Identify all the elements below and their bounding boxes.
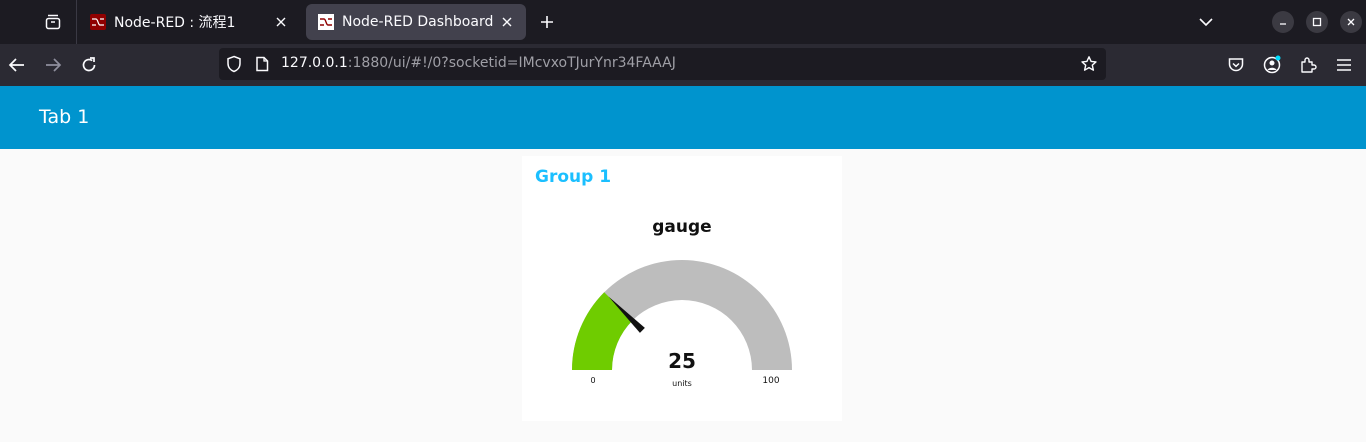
url-host: 127.0.0.1	[281, 55, 348, 71]
browser-tab-strip: Node-RED : 流程1 Node-RED Dashboard	[0, 0, 1366, 44]
reload-icon	[82, 57, 96, 72]
plus-icon	[541, 16, 553, 28]
new-tab-button[interactable]	[536, 10, 558, 34]
close-tab-icon[interactable]	[498, 13, 516, 31]
pocket-icon	[1228, 58, 1244, 72]
maximize-window-button[interactable]	[1306, 11, 1328, 33]
url-path: :1880/ui/#!/0?socketid=IMcvxoTJurYnr34FA…	[347, 55, 676, 71]
tab-node-red-dashboard[interactable]: Node-RED Dashboard	[306, 4, 526, 40]
url-text[interactable]: 127.0.0.1:1880/ui/#!/0?socketid=IMcvxoTJ…	[281, 55, 676, 71]
page-info-icon[interactable]	[253, 55, 271, 73]
puzzle-icon	[1301, 57, 1317, 73]
close-icon	[1347, 18, 1355, 26]
account-button[interactable]	[1261, 54, 1283, 76]
list-all-tabs-button[interactable]	[36, 6, 70, 38]
minimize-icon	[1280, 23, 1286, 25]
back-button[interactable]	[6, 54, 28, 76]
chevron-down-icon	[1199, 18, 1213, 27]
dashboard-group-card: Group 1 gauge 25 units 0 100	[522, 156, 842, 421]
close-window-button[interactable]	[1340, 11, 1362, 33]
arrow-right-icon	[46, 58, 62, 72]
pocket-button[interactable]	[1225, 54, 1247, 76]
forward-button[interactable]	[42, 54, 64, 76]
shield-icon[interactable]	[225, 55, 243, 73]
address-bar[interactable]: 127.0.0.1:1880/ui/#!/0?socketid=IMcvxoTJ…	[219, 48, 1106, 80]
dashboard-toolbar: Tab 1	[0, 86, 1366, 149]
minimize-window-button[interactable]	[1272, 11, 1294, 33]
gauge-value-text: 25	[668, 349, 696, 373]
tab-separator	[76, 0, 77, 44]
gauge-units-label: units	[672, 379, 692, 388]
gauge-min-label: 0	[590, 376, 595, 385]
arrow-left-icon	[8, 58, 24, 72]
browser-navigation-bar: 127.0.0.1:1880/ui/#!/0?socketid=IMcvxoTJ…	[0, 44, 1366, 86]
group-title: Group 1	[535, 167, 612, 187]
app-menu-button[interactable]	[1333, 54, 1355, 76]
dashboard-tab-title: Tab 1	[39, 106, 90, 128]
gauge-title: gauge	[652, 217, 712, 237]
reload-button[interactable]	[78, 54, 100, 76]
hamburger-menu-icon	[1337, 59, 1351, 71]
tab-title: Node-RED : 流程1	[114, 15, 236, 31]
node-red-favicon-icon	[318, 14, 334, 30]
gauge-max-label: 100	[762, 376, 779, 386]
node-red-favicon-icon	[90, 14, 106, 30]
tab-list-button[interactable]	[1196, 12, 1216, 32]
extensions-button[interactable]	[1297, 54, 1319, 76]
tab-overview-icon	[45, 14, 61, 30]
gauge-widget: 25 units 0 100	[572, 260, 792, 388]
bookmark-star-icon[interactable]	[1080, 55, 1098, 73]
close-tab-icon[interactable]	[272, 13, 290, 31]
tab-node-red-flow[interactable]: Node-RED : 流程1	[78, 4, 300, 40]
maximize-icon	[1312, 17, 1322, 27]
account-icon	[1263, 55, 1281, 74]
tab-title: Node-RED Dashboard	[342, 14, 494, 30]
